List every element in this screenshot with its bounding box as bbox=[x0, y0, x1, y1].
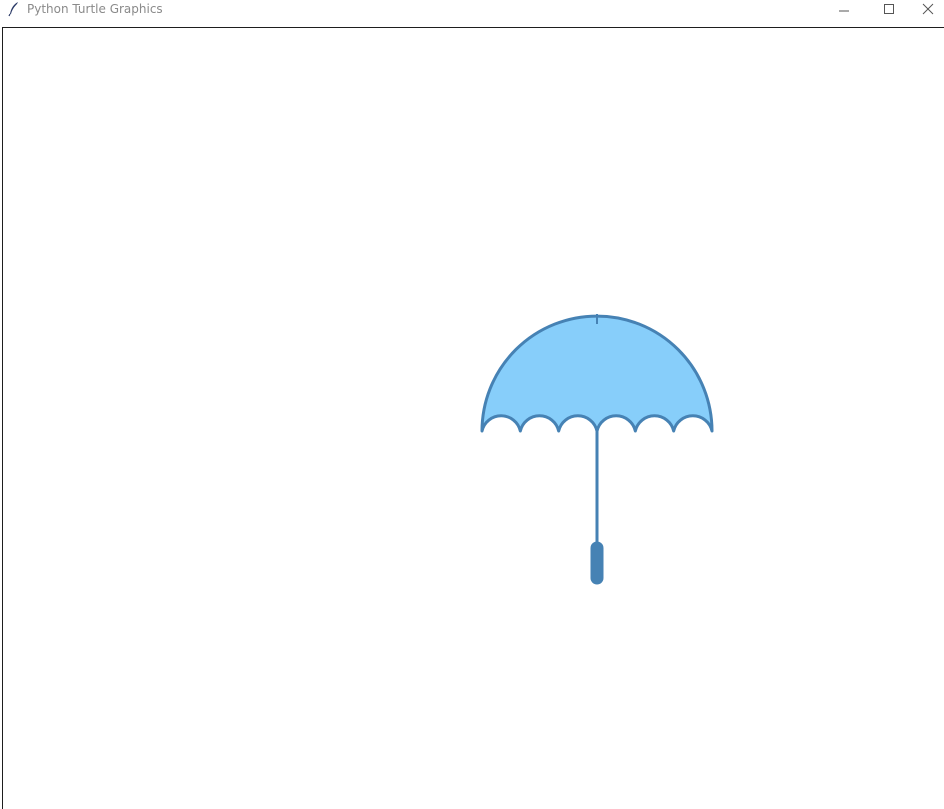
title-bar[interactable]: Python Turtle Graphics bbox=[0, 0, 944, 26]
maximize-button[interactable] bbox=[869, 0, 909, 18]
close-button[interactable] bbox=[912, 0, 944, 18]
minimize-icon bbox=[839, 10, 849, 12]
turtle-canvas[interactable] bbox=[2, 27, 944, 809]
window-title: Python Turtle Graphics bbox=[27, 2, 163, 16]
umbrella-canopy bbox=[480, 314, 714, 433]
feather-icon bbox=[7, 1, 21, 17]
close-icon bbox=[922, 3, 934, 15]
maximize-icon bbox=[884, 4, 894, 14]
minimize-button[interactable] bbox=[824, 0, 864, 18]
umbrella-drawing bbox=[480, 314, 714, 585]
turtle-window: Python Turtle Graphics bbox=[0, 0, 944, 809]
